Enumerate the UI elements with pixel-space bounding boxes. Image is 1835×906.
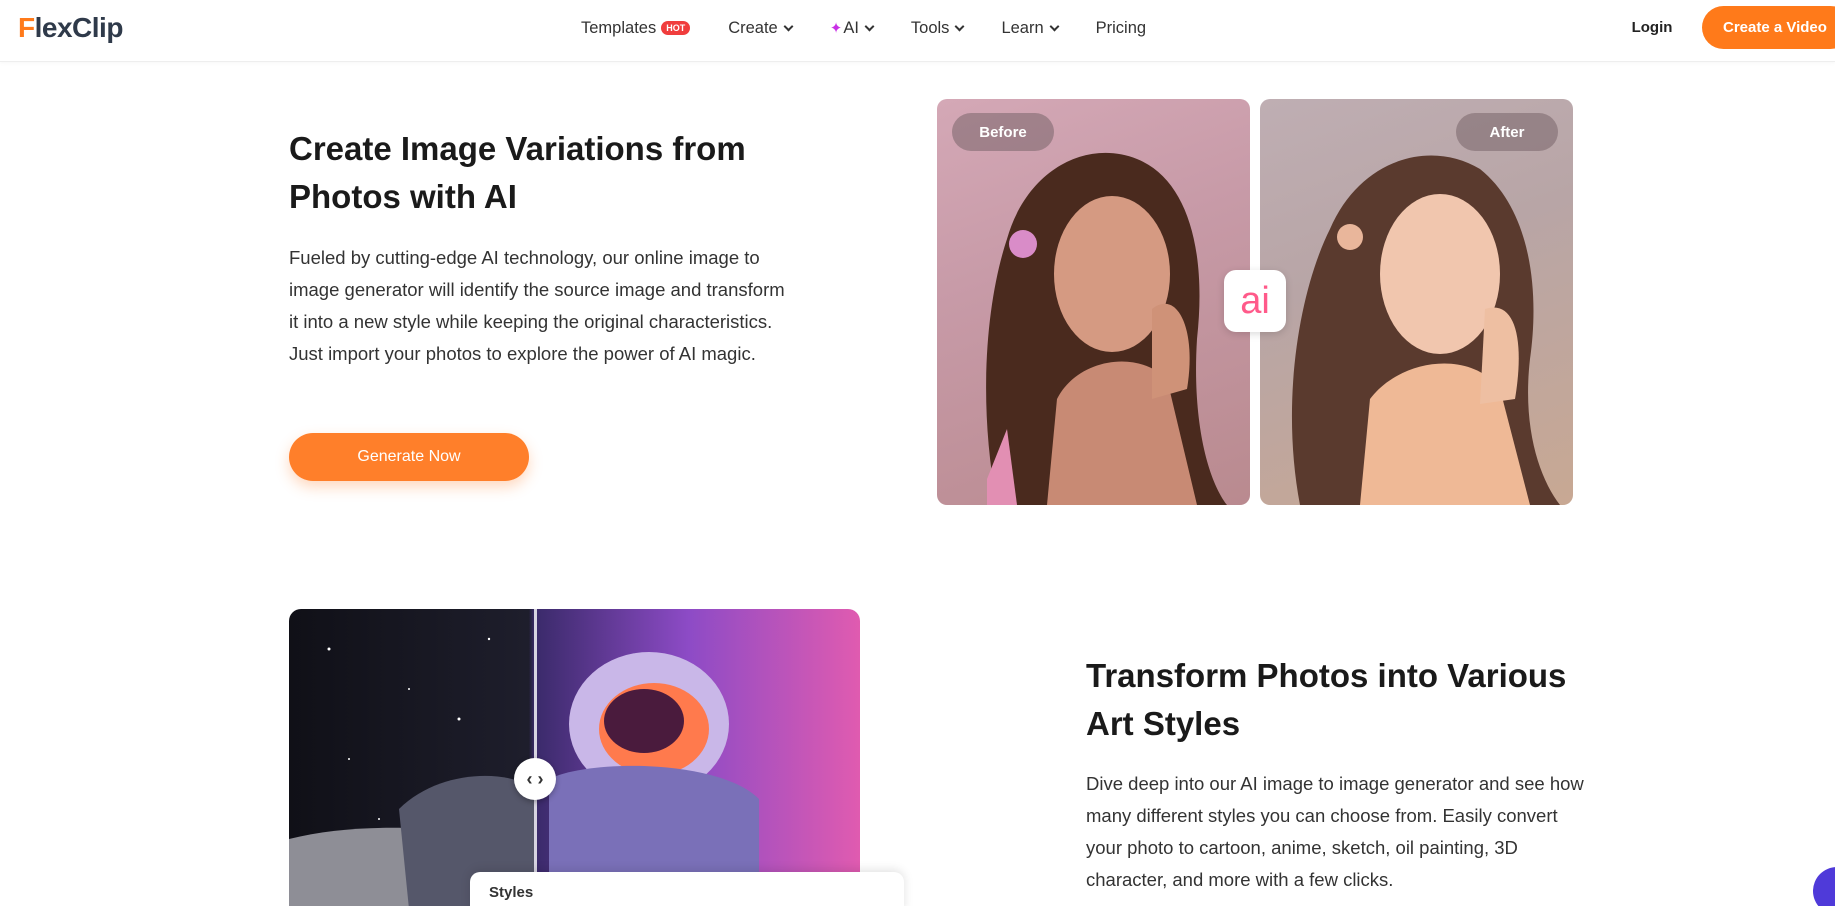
styles-panel: Styles <box>470 872 904 906</box>
styles-panel-title: Styles <box>489 884 534 901</box>
chat-widget-button[interactable] <box>1813 867 1835 906</box>
chevron-down-icon <box>954 21 965 31</box>
nav-ai-label: AI <box>843 18 859 37</box>
nav-templates-label: Templates <box>581 18 657 37</box>
chevron-down-icon <box>783 21 794 31</box>
nav-create-label: Create <box>728 18 778 37</box>
section1-description: Fueled by cutting-edge AI technology, ou… <box>289 247 785 364</box>
astronaut-illustration <box>289 637 759 906</box>
ai-badge: ai <box>1224 270 1286 332</box>
illustration-portrait <box>1291 155 1560 505</box>
after-image: After <box>1260 99 1573 505</box>
sparkle-icon: ✦ <box>829 20 843 37</box>
nav-learn-label: Learn <box>1001 18 1044 37</box>
site-header: FlexClip Templates HOT Create ✦ AI Tools… <box>0 0 1835 62</box>
before-image: Before <box>937 99 1250 505</box>
nav-tools-label: Tools <box>910 18 950 37</box>
nav-ai[interactable]: ✦ AI <box>829 18 875 38</box>
portrait-photo <box>986 152 1227 505</box>
flexclip-logo[interactable]: FlexClip <box>18 12 123 44</box>
nav-tools[interactable]: Tools <box>910 18 965 38</box>
nav-learn[interactable]: Learn <box>1001 18 1060 38</box>
section2-title: Transform Photos into Various Art Styles <box>1086 657 1567 742</box>
nav-pricing[interactable]: Pricing <box>1096 19 1146 38</box>
generate-now-button[interactable]: Generate Now <box>289 433 529 481</box>
section1-title: Create Image Variations from Photos with… <box>289 130 746 215</box>
hot-badge: HOT <box>661 21 691 35</box>
nav-pricing-label: Pricing <box>1095 18 1147 37</box>
main-nav: Templates HOT Create ✦ AI Tools Learn Pr… <box>581 0 1184 56</box>
before-label: Before <box>952 113 1054 151</box>
nav-templates[interactable]: Templates HOT <box>581 18 691 38</box>
login-button[interactable]: Login <box>1617 7 1687 47</box>
astronaut-compare-image[interactable]: ‹ › <box>289 609 860 906</box>
logo-text: lexClip <box>34 12 124 43</box>
nav-create[interactable]: Create <box>728 18 794 38</box>
chevron-down-icon <box>1049 21 1060 31</box>
section2-description: Dive deep into our AI image to image gen… <box>1086 773 1584 890</box>
create-video-button[interactable]: Create a Video <box>1702 6 1835 49</box>
chevron-down-icon <box>864 21 875 31</box>
after-label: After <box>1456 113 1558 151</box>
compare-slider-handle[interactable]: ‹ › <box>514 758 556 800</box>
